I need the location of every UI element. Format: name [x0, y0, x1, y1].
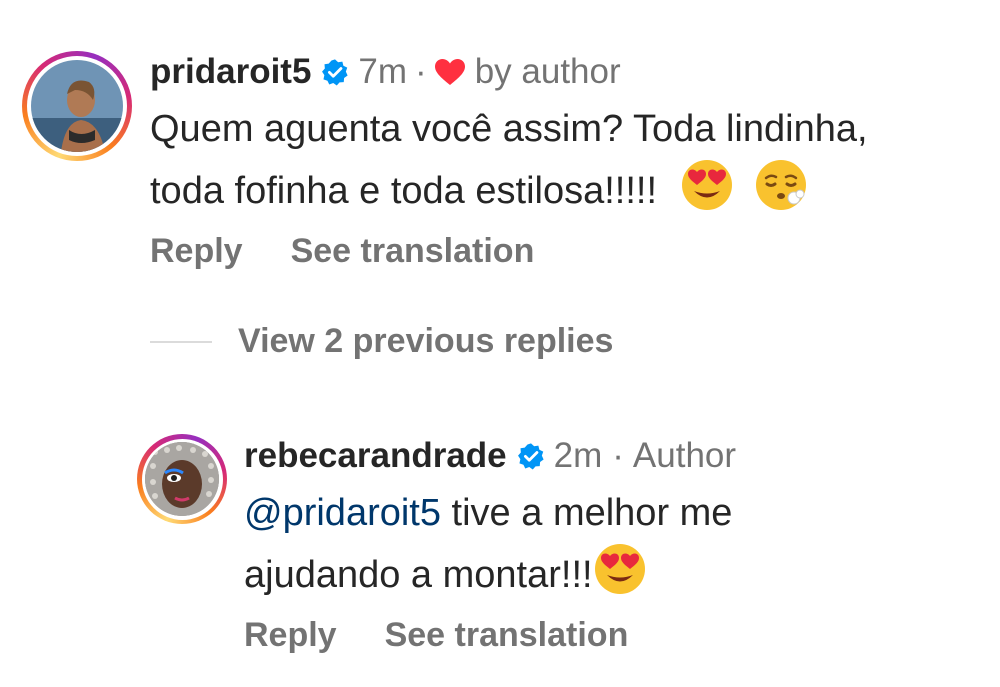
see-translation-button[interactable]: See translation [291, 232, 535, 271]
avatar-image [145, 442, 219, 516]
verified-badge-icon [517, 442, 545, 470]
author-badge: Author [632, 436, 737, 475]
comment-thread: pridaroit5 7m · by author Quem aguenta v… [0, 0, 1000, 687]
reply-text-line-1-content: tive a melhor me [441, 492, 733, 534]
comment-time: 7m [358, 52, 408, 91]
verified-badge-icon [321, 58, 349, 86]
reply-button[interactable]: Reply [150, 232, 243, 271]
view-previous-replies-button[interactable]: View 2 previous replies [150, 322, 613, 361]
separator-dot: · [415, 52, 427, 91]
comment-text-line-1: Quem aguenta você assim? Toda lindinha, [150, 108, 868, 150]
comment-text: Quem aguenta você assim? Toda lindinha, … [150, 100, 1000, 220]
reply-time: 2m [553, 436, 603, 475]
reply-actions: Reply See translation [244, 616, 628, 655]
heart-icon [434, 58, 465, 86]
avatar-rebecarandrade[interactable] [137, 434, 227, 524]
liked-by-author-label: by author [474, 52, 621, 91]
reply-text: @pridaroit5 tive a melhor me ajudando a … [244, 484, 984, 604]
reply-text-line-1: @pridaroit5 tive a melhor me [244, 484, 984, 542]
username[interactable]: pridaroit5 [150, 52, 311, 92]
reply-text-line-2-content: ajudando a montar!!! [244, 554, 593, 596]
username[interactable]: rebecarandrade [244, 436, 507, 476]
view-previous-replies-label: View 2 previous replies [238, 322, 614, 360]
reply-header: rebecarandrade 2m · Author [244, 432, 736, 480]
comment-text-line-2-content: toda fofinha e toda estilosa!!!!! [150, 170, 658, 212]
avatar-pridaroit5[interactable] [22, 51, 132, 161]
heart-eyes-emoji-icon [593, 542, 647, 596]
heart-eyes-emoji-icon [680, 158, 734, 212]
dizzy-face-emoji-icon [754, 158, 808, 212]
comment-actions: Reply See translation [150, 232, 534, 271]
mention-link[interactable]: @pridaroit5 [244, 492, 441, 534]
avatar-image [31, 60, 123, 152]
see-translation-button[interactable]: See translation [385, 616, 629, 655]
divider-line [150, 340, 212, 343]
reply-text-line-2: ajudando a montar!!! [244, 542, 984, 604]
separator-dot: · [612, 436, 624, 475]
comment-header: pridaroit5 7m · by author [150, 48, 621, 96]
comment-text-line-2: toda fofinha e toda estilosa!!!!! [150, 158, 1000, 220]
reply-button[interactable]: Reply [244, 616, 337, 655]
